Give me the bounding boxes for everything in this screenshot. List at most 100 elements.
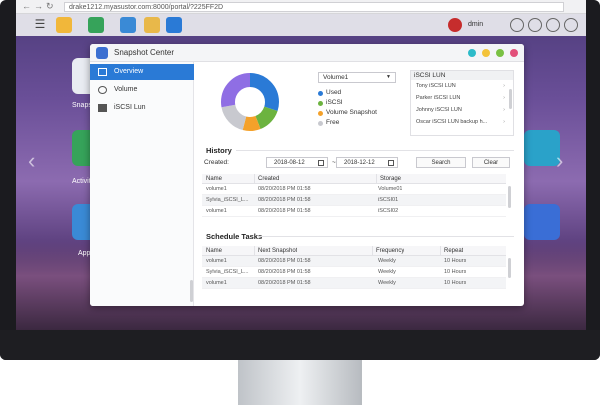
app-central-icon[interactable]	[88, 17, 104, 33]
column-header[interactable]: Created	[254, 174, 279, 184]
cell-frequency: Weekly	[378, 269, 396, 275]
legend-dot-iscsi	[318, 101, 323, 106]
desktop-app-icon-right-1[interactable]	[524, 130, 560, 166]
history-title: History	[206, 146, 232, 155]
calendar-icon[interactable]	[388, 160, 394, 166]
sidebar-item-volume[interactable]: Volume	[90, 82, 194, 98]
reload-icon[interactable]: ↻	[46, 1, 54, 12]
sidebar-scrollbar[interactable]	[190, 280, 193, 302]
snapshot-center-icon	[96, 47, 108, 59]
table-row[interactable]: volume1 08/20/2018 PM 01:58 Volume01	[202, 184, 506, 195]
table-row[interactable]: volume1 08/20/2018 PM 01:58 Weekly 10 Ho…	[202, 256, 506, 267]
column-header[interactable]: Name	[206, 174, 222, 184]
username[interactable]: dmin	[468, 18, 483, 32]
list-item[interactable]: Oscar iSCSI LUN backup h... ›	[411, 116, 513, 128]
cell-repeat: 10 Hours	[444, 258, 467, 264]
main-panel: Volume1 ▼ Used iSCSI Volume Snapshot Fre…	[200, 66, 518, 302]
settings-icon[interactable]	[564, 18, 578, 32]
chevron-right-icon: ›	[503, 107, 505, 113]
divider	[258, 236, 514, 237]
minimize-button[interactable]	[482, 49, 490, 57]
info-icon[interactable]	[510, 18, 524, 32]
chevron-down-icon: ▼	[386, 74, 391, 80]
table-row[interactable]: Sylvia_iSCSI_L... 08/20/2018 PM 01:58 iS…	[202, 195, 506, 206]
cell-created: 08/20/2018 PM 01:58	[258, 197, 311, 203]
cell-next-snapshot: 08/20/2018 PM 01:58	[258, 269, 311, 275]
volume-select[interactable]: Volume1 ▼	[318, 72, 396, 83]
column-header[interactable]: Name	[206, 246, 222, 256]
sidebar-item-label: Volume	[114, 86, 138, 93]
cell-created: 08/20/2018 PM 01:58	[258, 208, 311, 214]
snapshot-center-taskbar-icon[interactable]	[166, 17, 182, 33]
table-row[interactable]: Sylvia_iSCSI_L... 08/20/2018 PM 01:58 We…	[202, 267, 506, 278]
desktop-app-icon-right-2[interactable]	[524, 204, 560, 240]
help-button[interactable]	[468, 49, 476, 57]
schedule-tasks-title: Schedule Tasks	[206, 232, 263, 241]
cell-created: 08/20/2018 PM 01:58	[258, 186, 311, 192]
iscsi-lun-name: Parker iSCSI LUN	[416, 95, 461, 101]
list-item[interactable]: Parker iSCSI LUN ›	[411, 92, 513, 104]
cell-name: Sylvia_iSCSI_L...	[206, 197, 249, 203]
sidebar-item-overview[interactable]: Overview	[90, 64, 194, 80]
search-button[interactable]: Search	[416, 157, 466, 168]
cell-name: volume1	[206, 258, 227, 264]
address-bar[interactable]: drake1212.myasustor.com:8000/portal/?225…	[64, 2, 564, 12]
to-date-input[interactable]: 2018-12-12	[336, 157, 398, 168]
cell-storage: iSCSI02	[378, 208, 399, 214]
schedule-table: Name Next Snapshot Frequency Repeat volu…	[202, 246, 506, 289]
camera-icon[interactable]	[144, 17, 160, 33]
table-row[interactable]: volume1 08/20/2018 PM 01:58 Weekly 10 Ho…	[202, 278, 506, 289]
chevron-right-icon: ›	[503, 119, 505, 125]
chevron-left-icon[interactable]: ‹	[28, 148, 35, 174]
list-item[interactable]: Tony iSCSI LUN ›	[411, 80, 513, 92]
from-date-input[interactable]: 2018-08-12	[266, 157, 328, 168]
legend-dot-used	[318, 91, 323, 96]
cell-storage: Volume01	[378, 186, 403, 192]
cell-next-snapshot: 08/20/2018 PM 01:58	[258, 258, 311, 264]
cell-repeat: 10 Hours	[444, 269, 467, 275]
maximize-button[interactable]	[496, 49, 504, 57]
cell-repeat: 10 Hours	[444, 280, 467, 286]
history-scrollbar[interactable]	[508, 186, 511, 208]
volume-select-value: Volume1	[323, 74, 349, 81]
list-item[interactable]: Johnny iSCSI LUN ›	[411, 104, 513, 116]
cell-name: volume1	[206, 186, 227, 192]
legend-used: Used	[326, 89, 342, 96]
column-header[interactable]: Frequency	[372, 246, 404, 256]
legend-dot-free	[318, 121, 323, 126]
chevron-right-icon: ›	[503, 83, 505, 89]
chevron-right-icon[interactable]: ›	[556, 148, 563, 174]
file-explorer-icon[interactable]	[56, 17, 72, 33]
notification-icon[interactable]	[528, 18, 542, 32]
schedule-scrollbar[interactable]	[508, 258, 511, 278]
iscsi-lun-name: Johnny iSCSI LUN	[416, 107, 462, 113]
legend-volume-snapshot: Volume Snapshot	[326, 109, 377, 116]
column-header[interactable]: Storage	[376, 174, 401, 184]
column-header[interactable]: Repeat	[440, 246, 463, 256]
monitor-chin	[0, 330, 600, 360]
search-icon[interactable]	[546, 18, 560, 32]
clear-button[interactable]: Clear	[472, 157, 510, 168]
avatar[interactable]	[448, 18, 462, 32]
table-row[interactable]: volume1 08/20/2018 PM 01:58 iSCSI02	[202, 206, 506, 217]
close-button[interactable]	[510, 49, 518, 57]
menu-icon[interactable]: ☰	[32, 17, 48, 33]
snapshot-center-window: Snapshot Center Overview Volume iSCSI Lu…	[90, 44, 524, 306]
browser-toolbar: ← → ↻ drake1212.myasustor.com:8000/porta…	[16, 0, 586, 14]
window-title: Snapshot Center	[114, 48, 175, 57]
forward-icon[interactable]: →	[34, 1, 43, 11]
legend-iscsi: iSCSI	[326, 99, 343, 106]
schedule-table-header: Name Next Snapshot Frequency Repeat	[202, 246, 506, 256]
cell-storage: iSCSI01	[378, 197, 399, 203]
activity-monitor-icon[interactable]	[120, 17, 136, 33]
column-header[interactable]: Next Snapshot	[254, 246, 297, 256]
from-date-value: 2018-08-12	[274, 160, 305, 166]
iscsi-lun-list: iSCSI LUN Tony iSCSI LUN › Parker iSCSI L…	[410, 70, 514, 136]
created-label: Created:	[204, 159, 229, 166]
calendar-icon[interactable]	[318, 160, 324, 166]
iscsi-scrollbar[interactable]	[509, 89, 512, 109]
overview-icon	[98, 68, 107, 76]
window-titlebar[interactable]: Snapshot Center	[90, 44, 524, 62]
sidebar-item-iscsi-lun[interactable]: iSCSI Lun	[90, 100, 194, 116]
back-icon[interactable]: ←	[22, 1, 31, 11]
